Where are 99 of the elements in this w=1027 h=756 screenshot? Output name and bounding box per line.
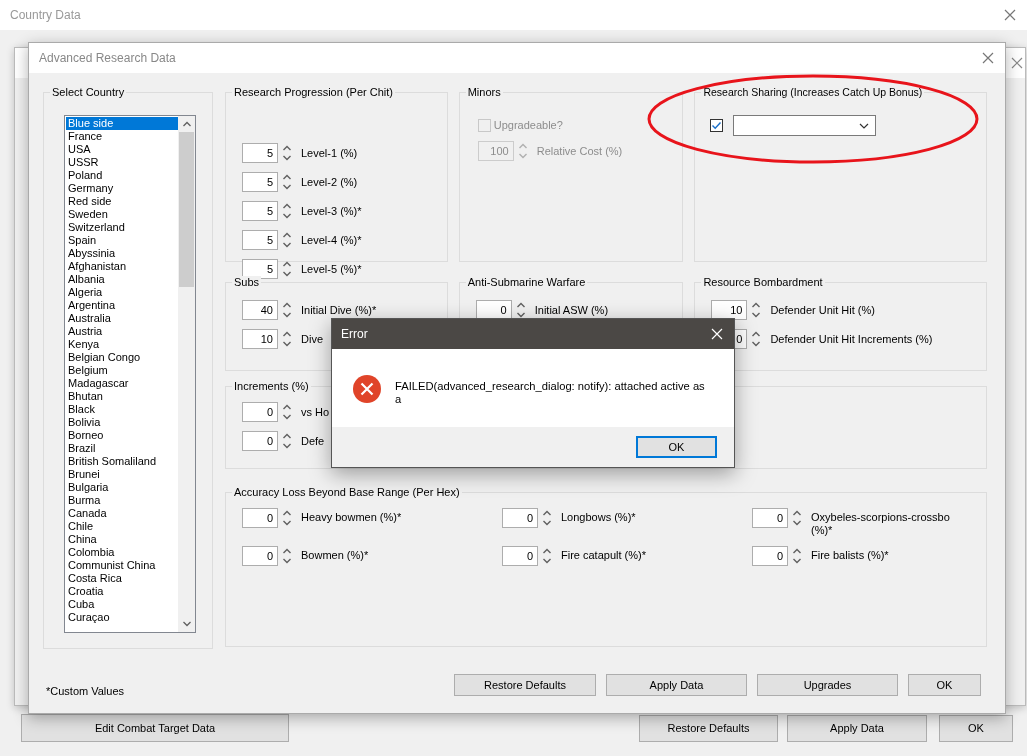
error-message: FAILED(advanced_research_dialog: notify): attached active as a	[395, 380, 706, 406]
list-item[interactable]: Black	[66, 403, 178, 416]
number-field[interactable]: 5	[242, 230, 278, 250]
number-field[interactable]: 0	[242, 431, 278, 451]
field-label: Defe	[301, 434, 325, 448]
group-title: Research Progression (Per Chit)	[232, 86, 395, 99]
field-label: Fire catapult (%)*	[561, 549, 646, 562]
number-field[interactable]: 0	[502, 546, 538, 566]
list-item[interactable]: Bulgaria	[66, 481, 178, 494]
field-label: Fire balists (%)*	[811, 549, 889, 562]
list-item[interactable]: Borneo	[66, 429, 178, 442]
number-field[interactable]: 0	[752, 508, 788, 528]
button[interactable]: Upgrades	[757, 674, 898, 697]
list-item[interactable]: Abyssinia	[66, 247, 178, 260]
number-field[interactable]: 0	[242, 402, 278, 422]
group-title: Research Sharing (Increases Catch Up Bonus)	[701, 86, 925, 99]
list-item[interactable]: China	[66, 533, 178, 546]
field-label: Heavy bowmen (%)*	[301, 511, 402, 524]
footnote-text: *Custom Values	[46, 684, 125, 699]
group-title: Subs	[232, 276, 262, 289]
number-field[interactable]: 5	[242, 143, 278, 163]
list-item[interactable]: Chile	[66, 520, 178, 533]
list-item[interactable]: Brazil	[66, 442, 178, 455]
list-item[interactable]: Burma	[66, 494, 178, 507]
window-title: Advanced Research Data	[39, 50, 176, 67]
list-item[interactable]: Poland	[66, 169, 178, 182]
list-item[interactable]: Austria	[66, 325, 178, 338]
list-item[interactable]: Australia	[66, 312, 178, 325]
field-label: Level-1 (%)	[301, 146, 358, 160]
ok-button[interactable]: OK	[636, 436, 717, 458]
field-label: Dive	[301, 332, 323, 346]
list-item[interactable]: Curaçao	[66, 611, 178, 624]
list-item[interactable]: USSR	[66, 156, 178, 169]
list-item[interactable]: Red side	[66, 195, 178, 208]
button[interactable]: Edit Combat Target Data	[21, 714, 289, 742]
field-label: Relative Cost (%)	[536, 144, 623, 158]
field-label: Longbows (%)*	[561, 511, 636, 524]
number-field[interactable]: 0	[242, 546, 278, 566]
number-field[interactable]: 5	[242, 259, 278, 279]
list-item[interactable]: Croatia	[66, 585, 178, 598]
field-label: Level-4 (%)*	[301, 233, 362, 247]
button[interactable]: OK	[939, 715, 1013, 742]
list-item[interactable]: Blue side	[66, 117, 178, 130]
list-item[interactable]: Algeria	[66, 286, 178, 299]
list-item[interactable]: Germany	[66, 182, 178, 195]
window-title: Error	[341, 326, 368, 343]
group-title: Select Country	[50, 86, 127, 99]
group-title: Increments (%)	[232, 380, 311, 393]
number-field[interactable]: 0	[475, 300, 512, 320]
group-title: Accuracy Loss Beyond Base Range (Per Hex)	[232, 486, 462, 499]
list-item[interactable]: Brunei	[66, 468, 178, 481]
number-field[interactable]: 0	[752, 546, 788, 566]
group-title: Resource Bombardment	[701, 276, 825, 289]
list-item[interactable]: Bolivia	[66, 416, 178, 429]
number-field[interactable]: 5	[242, 172, 278, 192]
button[interactable]: Apply Data	[606, 674, 747, 697]
number-field[interactable]: 10	[242, 329, 278, 349]
list-item[interactable]: Spain	[66, 234, 178, 247]
field-label: Defender Unit Hit (%)	[770, 303, 875, 317]
list-item[interactable]: USA	[66, 143, 178, 156]
list-item[interactable]: Argentina	[66, 299, 178, 312]
field-label: Level-2 (%)	[301, 175, 358, 189]
field-label: Level-5 (%)*	[301, 262, 362, 276]
list-item[interactable]: Belgium	[66, 364, 178, 377]
list-item[interactable]: Albania	[66, 273, 178, 286]
list-item[interactable]: Madagascar	[66, 377, 178, 390]
field-label: Defender Unit Hit Increments (%)	[770, 332, 933, 346]
list-item[interactable]: British Somaliland	[66, 455, 178, 468]
button[interactable]: Restore Defaults	[454, 674, 596, 697]
list-item[interactable]: Communist China	[66, 559, 178, 572]
field-label: vs Ho	[301, 405, 330, 419]
number-field[interactable]: 0	[502, 508, 538, 528]
button[interactable]: Restore Defaults	[639, 715, 778, 742]
field-label: Bowmen (%)*	[301, 549, 369, 562]
field-label: Oxybeles-scorpions-crossbo (%)*	[811, 511, 951, 537]
list-item[interactable]: Costa Rica	[66, 572, 178, 585]
field-label: Initial ASW (%)	[534, 303, 609, 317]
list-item[interactable]: Bhutan	[66, 390, 178, 403]
button[interactable]: OK	[908, 674, 981, 697]
list-item[interactable]: Switzerland	[66, 221, 178, 234]
list-item[interactable]: Afghanistan	[66, 260, 178, 273]
list-item[interactable]: Colombia	[66, 546, 178, 559]
list-item[interactable]: Cuba	[66, 598, 178, 611]
number-field[interactable]: 10	[711, 300, 748, 320]
number-field[interactable]: 5	[242, 201, 278, 221]
group-title: Anti-Submarine Warfare	[465, 276, 588, 289]
window-title: Country Data	[10, 7, 81, 24]
field-label: Level-3 (%)*	[301, 204, 362, 218]
list-item[interactable]: Belgian Congo	[66, 351, 178, 364]
number-field[interactable]: 40	[242, 300, 278, 320]
number-field[interactable]: 0	[242, 508, 278, 528]
list-item[interactable]: Kenya	[66, 338, 178, 351]
list-item[interactable]: Canada	[66, 507, 178, 520]
button[interactable]: Apply Data	[787, 715, 927, 742]
field-label: Initial Dive (%)*	[301, 303, 377, 317]
group-title: Minors	[465, 86, 503, 99]
list-item[interactable]: France	[66, 130, 178, 143]
list-item[interactable]: Sweden	[66, 208, 178, 221]
checkbox-label: Upgradeable?	[493, 119, 563, 132]
